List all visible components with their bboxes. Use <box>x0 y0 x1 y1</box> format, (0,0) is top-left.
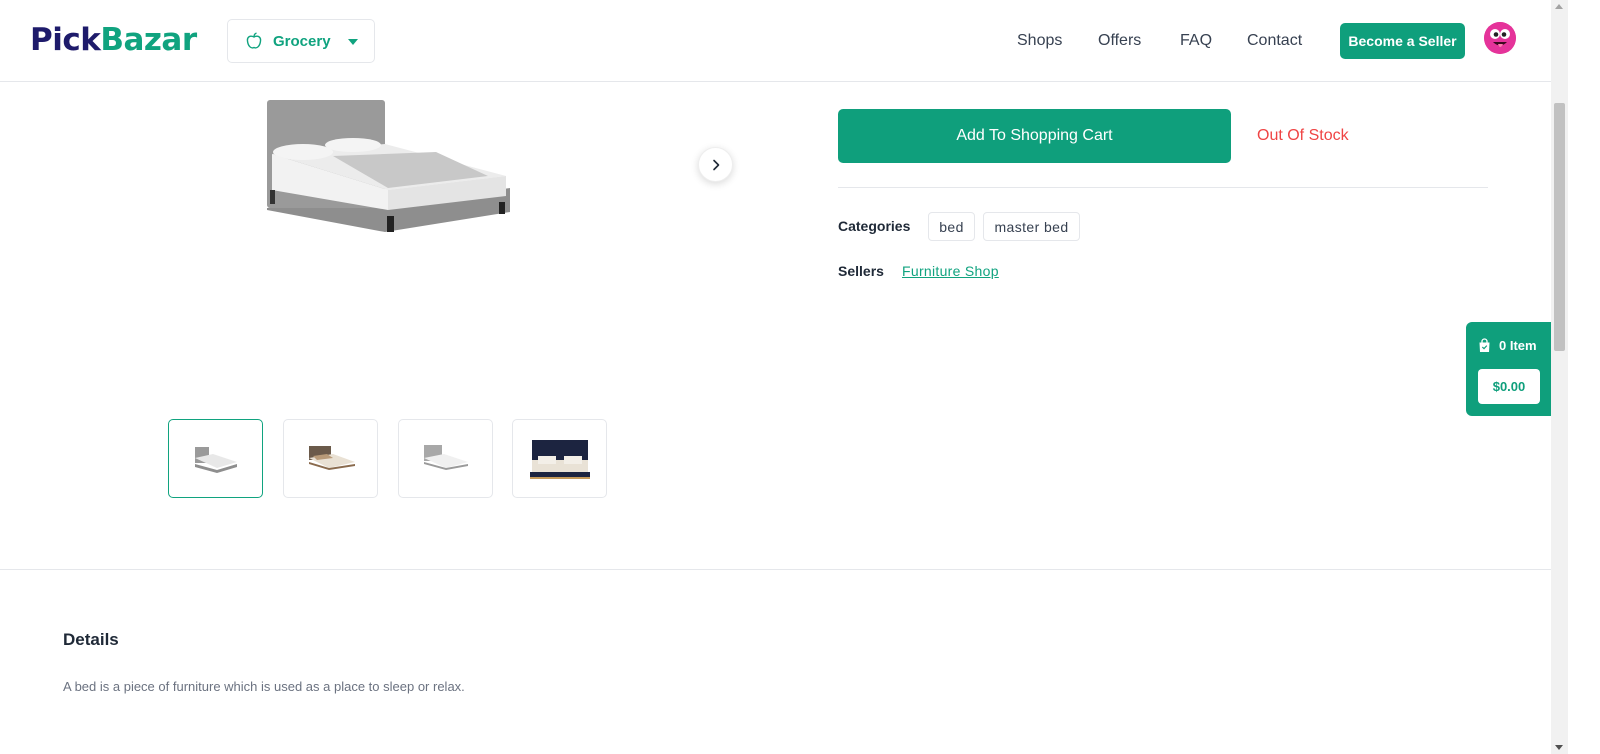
logo-pick: Pick <box>30 22 101 58</box>
cart-item-count: 0 Item <box>1478 338 1537 353</box>
shopping-bag-icon <box>1479 338 1490 352</box>
floating-cart[interactable]: 0 Item $0.00 <box>1466 322 1551 416</box>
scrollbar-thumb[interactable] <box>1554 103 1565 351</box>
bed-thumbnail-image <box>194 446 237 473</box>
categories-label: Categories <box>838 218 911 234</box>
divider <box>838 187 1488 188</box>
details-heading: Details <box>63 630 119 649</box>
bed-thumbnail-image <box>308 445 355 470</box>
section-divider <box>0 569 1551 570</box>
add-to-cart-button[interactable]: Add To Shopping Cart <box>838 109 1231 163</box>
shop-type-label: Grocery <box>273 32 331 50</box>
gallery-next-button[interactable] <box>698 147 733 182</box>
nav-shops[interactable]: Shops <box>1017 32 1062 50</box>
nav-contact[interactable]: Contact <box>1247 32 1302 50</box>
thumbnail-2[interactable] <box>283 419 378 498</box>
bed-thumbnail-image <box>529 439 590 479</box>
logo-bazar: Bazar <box>100 22 197 58</box>
scroll-down-arrow-icon[interactable] <box>1555 745 1563 750</box>
chevron-right-icon <box>712 159 719 170</box>
stock-status: Out Of Stock <box>1257 127 1349 144</box>
nav-faq[interactable]: FAQ <box>1180 32 1212 50</box>
logo[interactable]: PickBazar <box>30 22 197 58</box>
nav-offers[interactable]: Offers <box>1098 32 1141 50</box>
cart-total: $0.00 <box>1478 369 1540 404</box>
bed-thumbnail-image <box>423 444 468 470</box>
become-seller-button[interactable]: Become a Seller <box>1340 23 1465 59</box>
caret-down-icon <box>348 39 358 45</box>
details-description: A bed is a piece of furniture which is u… <box>63 679 465 694</box>
product-main-image <box>267 100 510 232</box>
scroll-up-arrow-icon[interactable] <box>1555 4 1563 9</box>
shop-type-dropdown[interactable]: Grocery <box>227 19 375 63</box>
thumbnail-4[interactable] <box>512 419 607 498</box>
cart-item-count-text: 0 Item <box>1499 338 1537 353</box>
thumbnail-1[interactable] <box>168 419 263 498</box>
apple-icon <box>246 32 262 49</box>
site-header: PickBazar Grocery Shops Offers FAQ Conta… <box>0 0 1551 82</box>
avatar[interactable] <box>1484 22 1516 54</box>
page-scrollbar[interactable] <box>1551 0 1568 754</box>
sellers-label: Sellers <box>838 263 884 279</box>
avatar-monster-icon <box>1484 22 1516 54</box>
thumbnail-3[interactable] <box>398 419 493 498</box>
category-tag-master-bed[interactable]: master bed <box>983 212 1080 241</box>
category-tag-bed[interactable]: bed <box>928 212 975 241</box>
seller-link[interactable]: Furniture Shop <box>902 263 999 279</box>
